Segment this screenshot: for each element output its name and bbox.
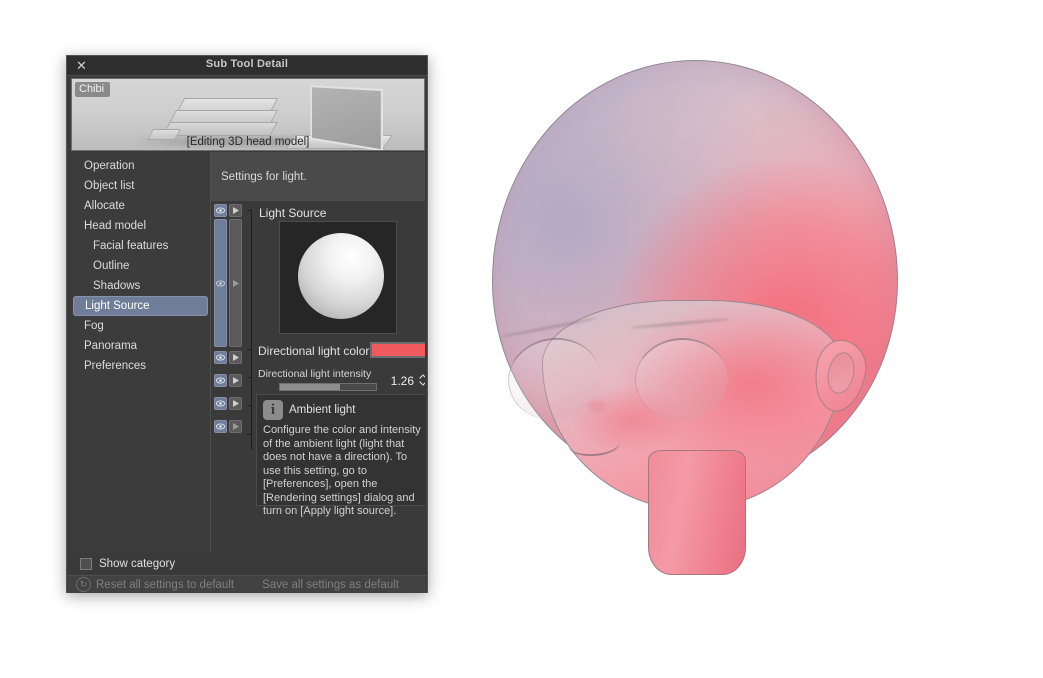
dialog-title: Sub Tool Detail: [67, 58, 427, 70]
reset-all-settings-button[interactable]: Reset all settings to default: [96, 579, 234, 591]
toggle-row-ambient-intensity: [214, 420, 244, 433]
section-title: Light Source: [259, 206, 326, 220]
nose: [588, 400, 606, 412]
sidebar-item-outline[interactable]: Outline: [73, 256, 208, 276]
info-panel-title: Ambient light: [289, 404, 355, 416]
play-arrow-icon[interactable]: [229, 374, 242, 387]
sidebar-item-allocate[interactable]: Allocate: [73, 196, 208, 216]
play-arrow-icon[interactable]: [229, 219, 242, 347]
sidebar-item-shadows[interactable]: Shadows: [73, 276, 208, 296]
play-arrow-icon[interactable]: [229, 204, 242, 217]
slider-fill: [280, 384, 340, 390]
description-bar: Settings for light.: [211, 152, 425, 202]
light-preview-sphere: [298, 233, 384, 319]
show-category-label: Show category: [99, 558, 175, 570]
eye-icon[interactable]: [214, 204, 227, 217]
play-arrow-icon[interactable]: [229, 420, 242, 433]
toggle-row-directional-intensity: [214, 374, 244, 387]
group-tick: [247, 349, 252, 350]
category-sidebar: Operation Object list Allocate Head mode…: [71, 152, 211, 553]
dialog-titlebar: ✕ Sub Tool Detail: [67, 56, 427, 76]
app-root: ✕ Sub Tool Detail Chibi [Editing 3D head…: [0, 0, 1043, 678]
eye-icon[interactable]: [214, 397, 227, 410]
toggle-row-ambient-color: [214, 397, 244, 410]
sidebar-item-facial-features[interactable]: Facial features: [73, 236, 208, 256]
toggle-row-light-source: [214, 204, 244, 217]
directional-light-intensity-slider[interactable]: [279, 383, 377, 391]
info-panel-body: Configure the color and intensity of the…: [263, 424, 421, 519]
eye-icon[interactable]: [214, 374, 227, 387]
settings-area: Light Source Directional light color Dir…: [211, 202, 425, 553]
toggle-row-preview: [214, 219, 244, 347]
settings-pane: Settings for light.: [211, 152, 425, 553]
sidebar-item-object-list[interactable]: Object list: [73, 176, 208, 196]
toggle-row-directional-color: [214, 351, 244, 364]
head-neck: [648, 450, 746, 575]
dialog-body: Operation Object list Allocate Head mode…: [71, 152, 425, 553]
play-arrow-icon[interactable]: [229, 397, 242, 410]
model-name-tag: Chibi: [75, 82, 110, 97]
model-thumbnail[interactable]: Chibi [Editing 3D head model]: [71, 78, 425, 151]
stepper-icon[interactable]: [418, 373, 425, 387]
directional-light-intensity-value[interactable]: 1.26: [391, 374, 414, 388]
sub-tool-detail-dialog: ✕ Sub Tool Detail Chibi [Editing 3D head…: [66, 55, 428, 593]
save-all-settings-button[interactable]: Save all settings as default: [262, 579, 399, 591]
info-panel: i Ambient light Configure the color and …: [256, 394, 425, 506]
show-category-row: Show category: [71, 553, 425, 575]
sidebar-item-panorama[interactable]: Panorama: [73, 336, 208, 356]
directional-light-intensity-label: Directional light intensity: [258, 368, 371, 380]
info-icon: i: [263, 400, 283, 420]
directional-light-color-label: Directional light color: [258, 344, 369, 358]
description-text: Settings for light.: [221, 171, 307, 183]
info-panel-header: i Ambient light: [263, 400, 421, 420]
prop-directional-light-color: Directional light color: [256, 341, 425, 363]
editing-caption: [Editing 3D head model]: [72, 136, 424, 148]
toggle-column: [214, 204, 244, 435]
sidebar-item-light-source[interactable]: Light Source: [73, 296, 208, 316]
eye-icon[interactable]: [214, 420, 227, 433]
prop-directional-light-intensity: Directional light intensity 1.26: [256, 368, 425, 390]
sidebar-item-operation[interactable]: Operation: [73, 156, 208, 176]
reset-icon[interactable]: ↻: [76, 577, 91, 592]
sidebar-item-head-model[interactable]: Head model: [73, 216, 208, 236]
group-tick: [247, 434, 252, 435]
sidebar-item-preferences[interactable]: Preferences: [73, 356, 208, 376]
group-tick: [247, 377, 252, 378]
show-category-checkbox[interactable]: [80, 558, 92, 570]
light-preview[interactable]: [279, 221, 397, 334]
dialog-footer: ↻ Reset all settings to default Save all…: [68, 575, 426, 593]
eye-icon[interactable]: [214, 351, 227, 364]
eye-icon[interactable]: [214, 219, 227, 347]
directional-light-color-swatch[interactable]: [370, 342, 425, 358]
group-tick: [247, 405, 252, 406]
3d-model-viewport[interactable]: [470, 50, 930, 610]
sidebar-item-fog[interactable]: Fog: [73, 316, 208, 336]
group-connector-line: [251, 210, 252, 450]
group-tick: [247, 210, 252, 211]
play-arrow-icon[interactable]: [229, 351, 242, 364]
